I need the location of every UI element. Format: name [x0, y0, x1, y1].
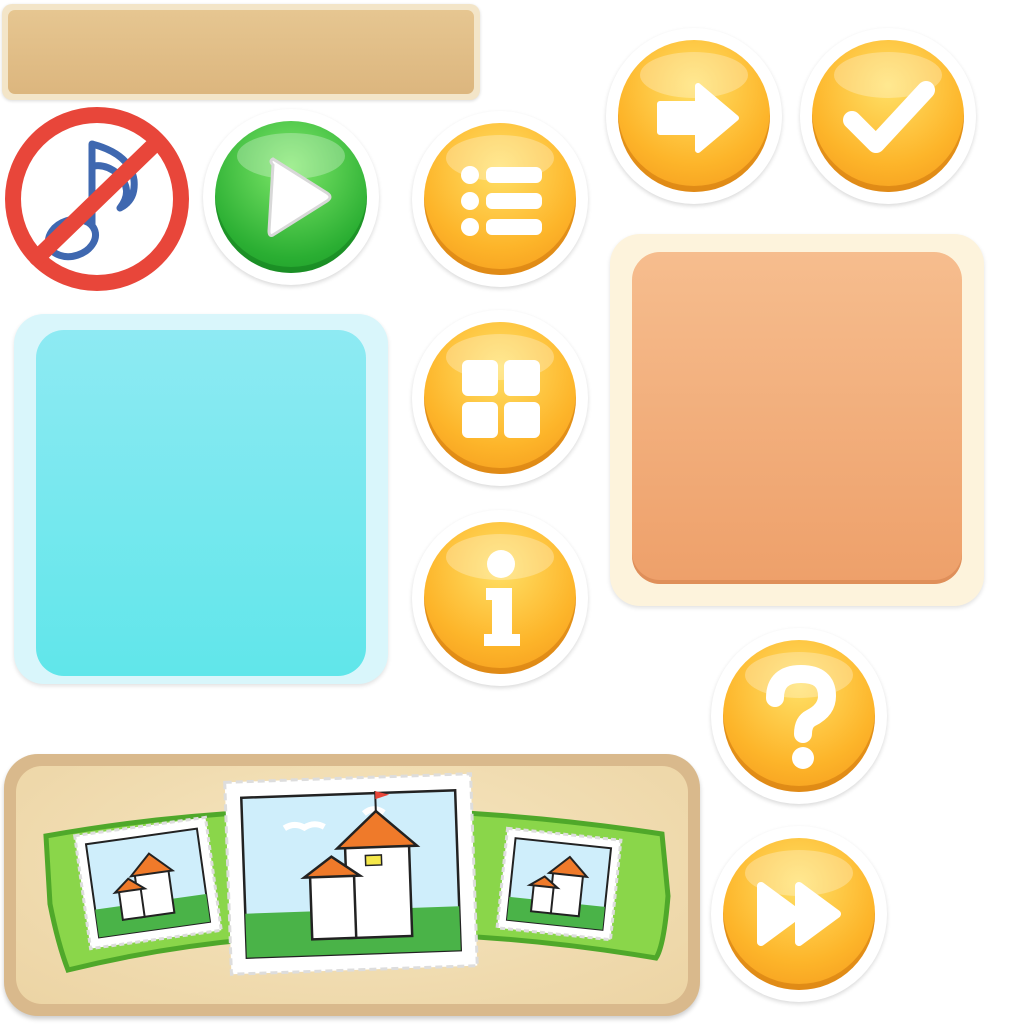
- next-button[interactable]: [606, 28, 782, 204]
- level-thumbnail-center[interactable]: [223, 772, 480, 977]
- title-bar-fill: [8, 10, 474, 94]
- check-icon: [843, 81, 935, 153]
- play-button[interactable]: [203, 109, 379, 285]
- arrow-right-icon: [657, 83, 739, 153]
- play-button-face: [215, 121, 367, 273]
- level-carousel: [4, 754, 700, 1016]
- grid-icon: [462, 360, 540, 438]
- help-button[interactable]: [711, 628, 887, 804]
- music-off-icon: [5, 107, 189, 291]
- play-icon: [267, 157, 332, 237]
- fast-forward-icon: [757, 882, 841, 946]
- house-stamp-center: [223, 772, 479, 976]
- house-stamp-right: [495, 826, 623, 942]
- info-icon: [484, 550, 520, 646]
- menu-button[interactable]: [412, 111, 588, 287]
- list-icon: [461, 166, 542, 236]
- menu-button-face: [424, 123, 576, 275]
- confirm-button[interactable]: [800, 28, 976, 204]
- title-bar: [2, 4, 480, 100]
- confirm-button-face: [812, 40, 964, 192]
- music-toggle-button[interactable]: [2, 104, 192, 294]
- blue-panel-fill: [36, 330, 366, 676]
- level-grid-button-face: [424, 322, 576, 474]
- level-thumbnail-right[interactable]: [495, 826, 623, 942]
- next-button-face: [618, 40, 770, 192]
- info-button[interactable]: [412, 510, 588, 686]
- orange-panel-fill: [632, 252, 962, 584]
- level-grid-button[interactable]: [412, 310, 588, 486]
- blue-panel: [14, 314, 388, 684]
- house-stamp-left: [73, 815, 223, 951]
- level-thumbnail-left[interactable]: [72, 815, 223, 951]
- skip-button-face: [723, 838, 875, 990]
- orange-panel: [610, 234, 984, 606]
- help-button-face: [723, 640, 875, 792]
- question-icon: [766, 664, 837, 769]
- info-button-face: [424, 522, 576, 674]
- skip-button[interactable]: [711, 826, 887, 1002]
